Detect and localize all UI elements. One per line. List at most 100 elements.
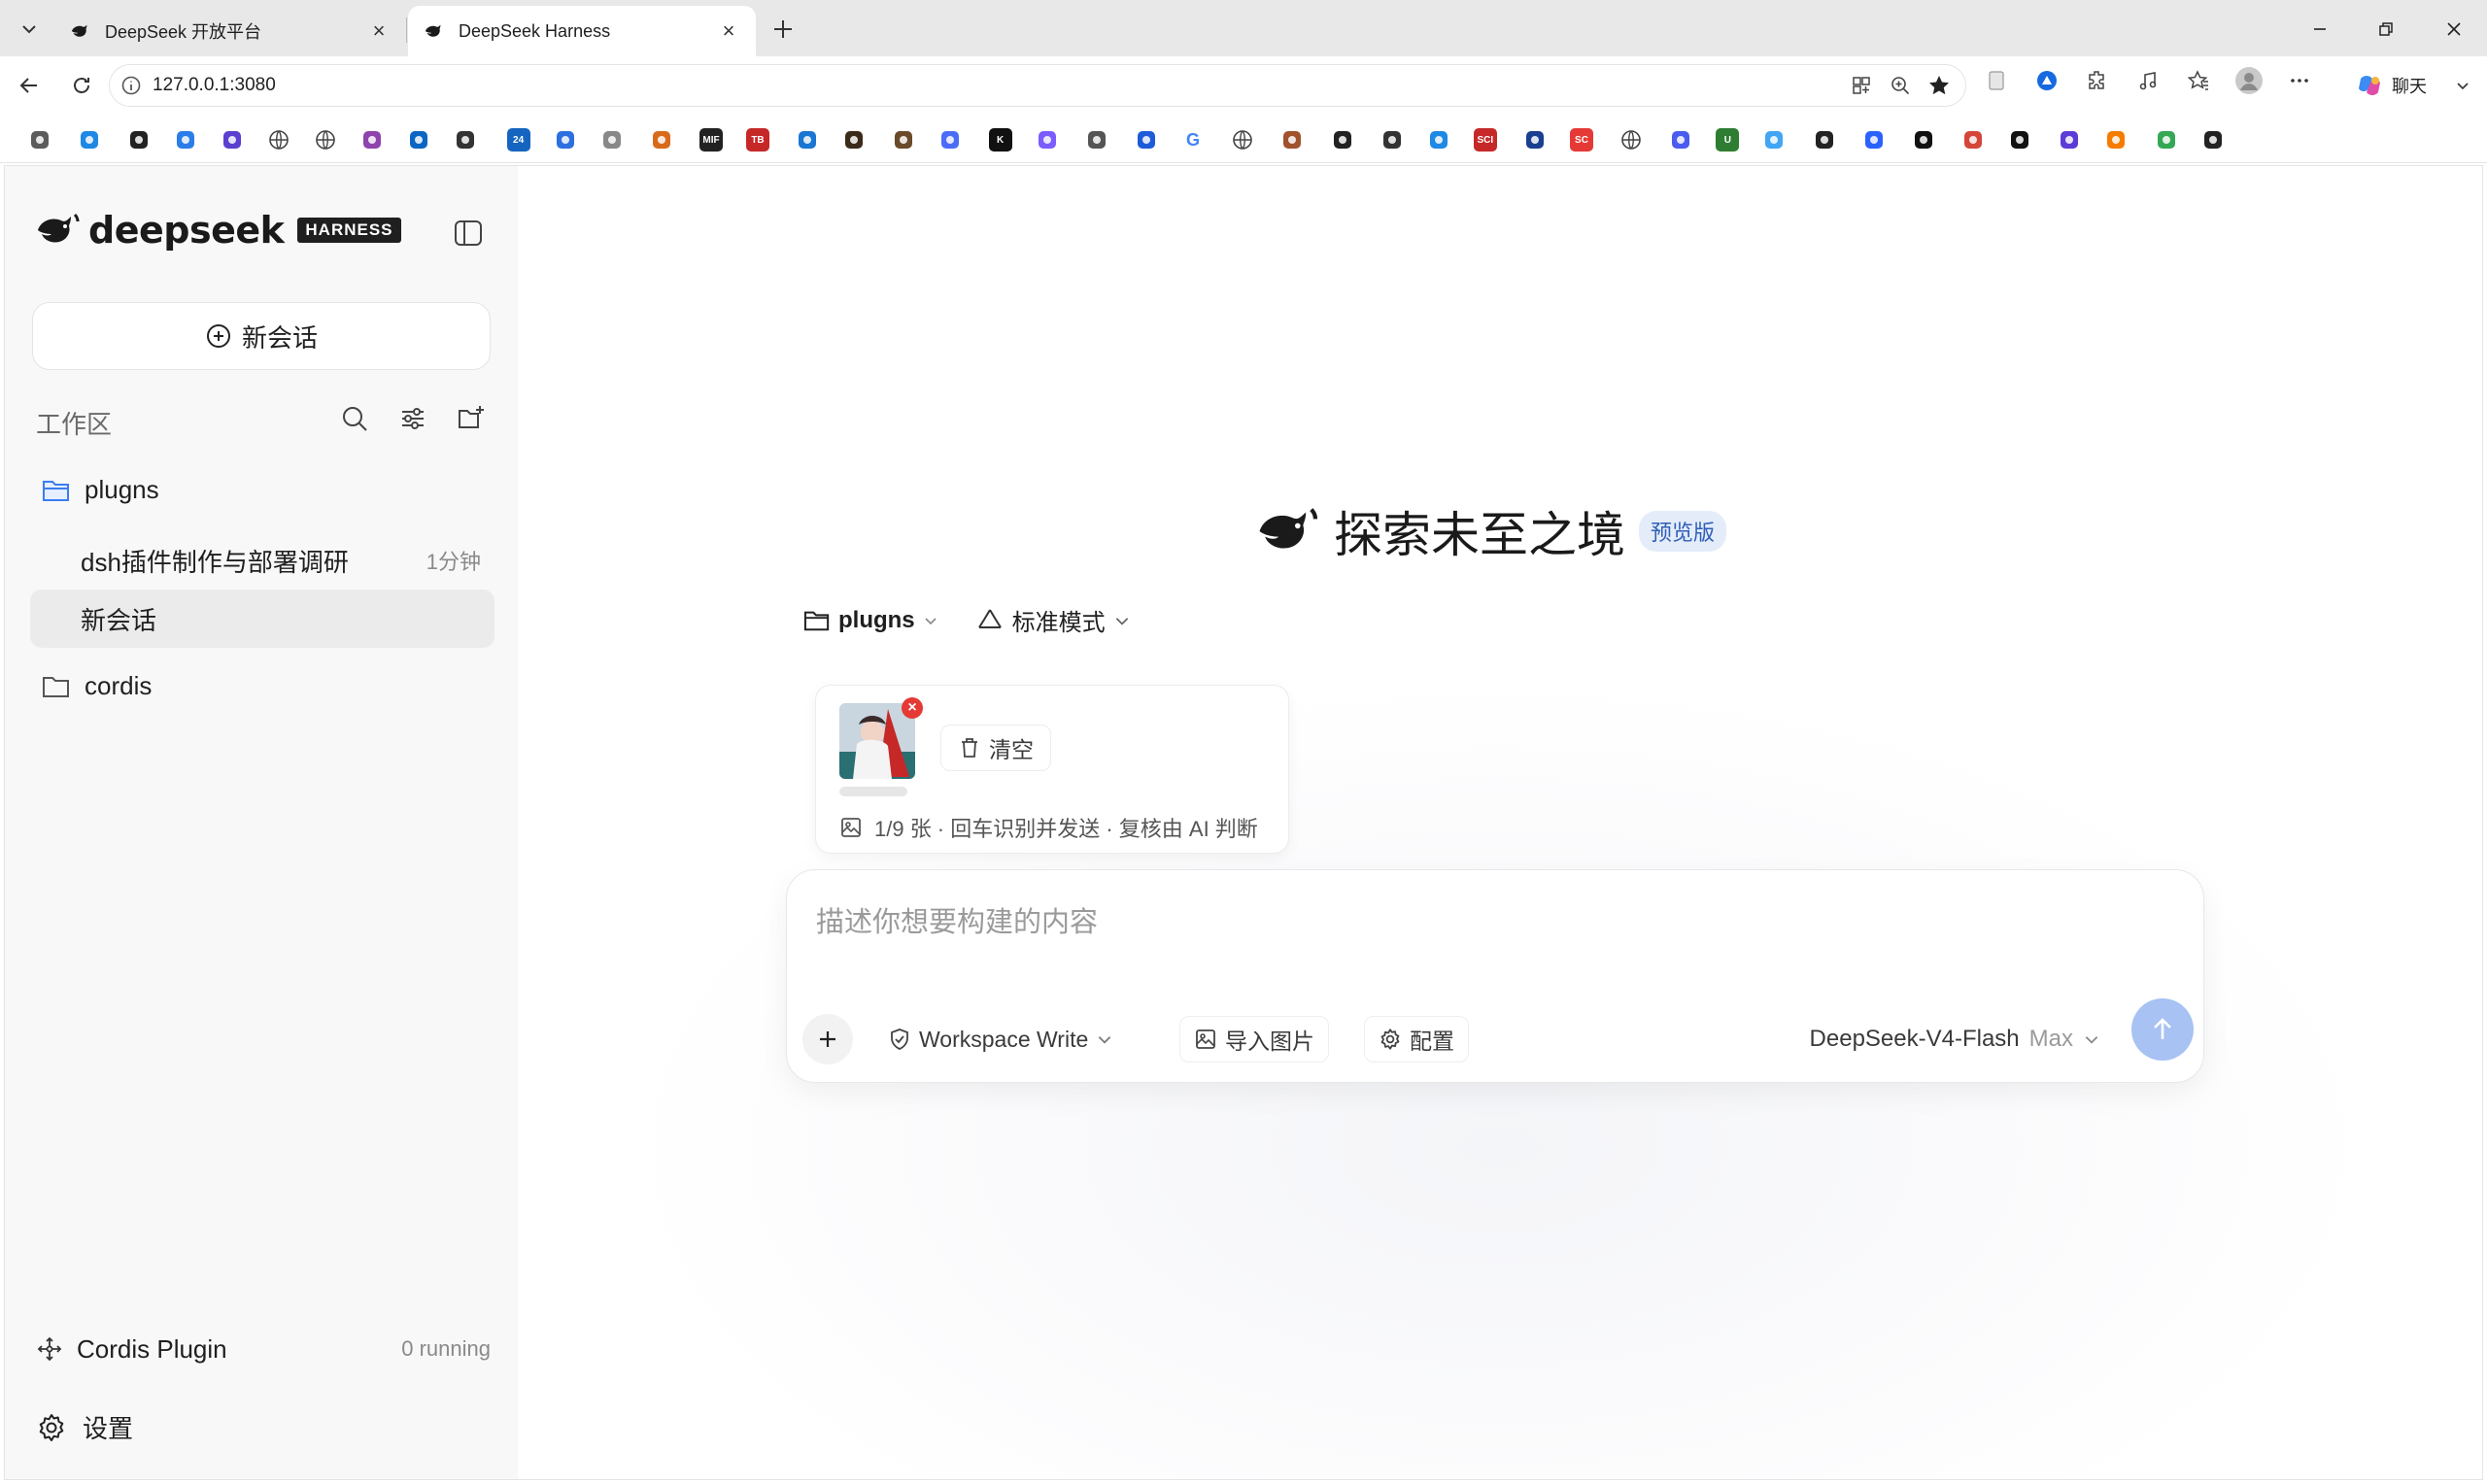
bookmark-azure-icon[interactable] bbox=[1135, 128, 1158, 152]
model-selector[interactable]: DeepSeek-V4-Flash Max bbox=[1810, 1016, 2100, 1062]
add-folder-button[interactable] bbox=[452, 399, 491, 438]
bookmark-linear-icon[interactable] bbox=[221, 128, 244, 152]
star-icon[interactable] bbox=[1925, 71, 1954, 100]
bookmark-outlook-2-icon[interactable] bbox=[1427, 128, 1450, 152]
new-tab-button[interactable] bbox=[767, 14, 799, 45]
bookmark-globe-icon[interactable] bbox=[267, 128, 290, 152]
bookmark-pdf24-icon[interactable]: 24 bbox=[506, 128, 530, 152]
add-attachment-button[interactable] bbox=[802, 1014, 853, 1064]
bookmark-link-icon[interactable] bbox=[1669, 128, 1692, 152]
chevron-down-icon bbox=[1099, 1036, 1111, 1044]
remove-image-icon[interactable]: × bbox=[902, 697, 923, 719]
import-image-button[interactable]: 导入图片 bbox=[1179, 1016, 1329, 1062]
tab-search-button[interactable] bbox=[12, 12, 47, 47]
bookmark-x-icon[interactable] bbox=[2008, 128, 2031, 152]
recycle-icon bbox=[977, 608, 1002, 628]
restore-button[interactable] bbox=[2370, 14, 2402, 45]
filter-workspace-button[interactable] bbox=[393, 399, 432, 438]
folder-selector[interactable]: plugns bbox=[803, 607, 938, 634]
site-info-icon[interactable] bbox=[110, 64, 153, 107]
bookmark-diamond-icon[interactable] bbox=[554, 128, 577, 152]
bookmark-github-icon[interactable] bbox=[127, 128, 151, 152]
bookmark-toolbox-icon[interactable]: TB bbox=[746, 128, 769, 152]
bookmark-deepseek-2-icon[interactable] bbox=[1813, 128, 1836, 152]
collapse-sidebar-button[interactable] bbox=[450, 215, 487, 252]
folder-cordis[interactable]: cordis bbox=[42, 671, 152, 701]
bookmark-docker-icon[interactable] bbox=[1862, 128, 1886, 152]
close-window-button[interactable] bbox=[2438, 14, 2470, 45]
bookmark-bracket-app-icon[interactable] bbox=[796, 128, 819, 152]
bookmark-google-icon[interactable]: G bbox=[1181, 128, 1205, 152]
copilot-chat-button[interactable]: 聊天 bbox=[2349, 64, 2438, 107]
browser-toolbar: 127.0.0.1:3080 聊天 bbox=[0, 56, 2487, 117]
back-button[interactable] bbox=[12, 68, 47, 103]
folder-plugns[interactable]: plugns bbox=[42, 475, 159, 505]
prompt-input[interactable]: 描述你想要构建的内容 bbox=[816, 899, 1098, 940]
bookmark-gmail-icon[interactable] bbox=[1961, 128, 1985, 152]
bookmark-cube-icon[interactable] bbox=[842, 128, 866, 152]
bookmark-notion-icon[interactable] bbox=[1912, 128, 1935, 152]
clear-images-button[interactable]: 清空 bbox=[940, 725, 1051, 771]
profile-avatar[interactable] bbox=[2234, 66, 2264, 95]
zoom-icon[interactable] bbox=[1886, 71, 1915, 100]
bookmark-scale-icon[interactable]: SC bbox=[1570, 128, 1593, 152]
mode-selector[interactable]: 标准模式 bbox=[975, 603, 1131, 637]
session-item-selected[interactable]: 新会话 bbox=[30, 590, 494, 648]
close-tab-icon[interactable]: × bbox=[367, 18, 391, 43]
bookmark-openai-2-icon[interactable] bbox=[1085, 128, 1108, 152]
bookmark-gemini-icon[interactable] bbox=[1036, 128, 1059, 152]
bookmark-globe-2-icon[interactable] bbox=[314, 128, 337, 152]
bookmark-mif-icon[interactable]: MIF bbox=[699, 128, 723, 152]
more-icon[interactable] bbox=[2285, 66, 2314, 95]
settings-button[interactable]: 设置 bbox=[36, 1409, 133, 1445]
media-icon[interactable] bbox=[2133, 66, 2163, 95]
bookmark-avatar-icon[interactable] bbox=[1280, 128, 1304, 152]
bookmark-pin-bookmark-icon[interactable] bbox=[28, 128, 51, 152]
bookmark-folder-dark-icon[interactable] bbox=[1380, 128, 1404, 152]
search-workspace-button[interactable] bbox=[335, 399, 374, 438]
permission-selector[interactable]: Workspace Write bbox=[874, 1016, 1127, 1062]
bookmark-outlook-icon[interactable] bbox=[407, 128, 430, 152]
tab-deepseek-platform[interactable]: DeepSeek 开放平台 × bbox=[54, 6, 406, 56]
sidebar-toggle-chevron[interactable] bbox=[2448, 72, 2477, 101]
plus-icon bbox=[774, 20, 792, 38]
folder-icon bbox=[43, 676, 69, 697]
bookmark-chinese-app-icon[interactable] bbox=[650, 128, 673, 152]
bookmark-deepseek-icon[interactable] bbox=[938, 128, 962, 152]
bookmark-claude-icon[interactable] bbox=[1331, 128, 1354, 152]
send-button[interactable] bbox=[2131, 998, 2194, 1061]
bookmark-nasa-icon[interactable] bbox=[1523, 128, 1547, 152]
address-bar[interactable]: 127.0.0.1:3080 bbox=[109, 64, 1966, 107]
minimize-button[interactable] bbox=[2304, 14, 2335, 45]
bookmark-kimi-icon[interactable]: K bbox=[988, 128, 1012, 152]
extension-blue-icon[interactable] bbox=[2032, 66, 2061, 95]
favorites-icon[interactable] bbox=[2184, 66, 2213, 95]
bookmark-u-app-icon[interactable]: U bbox=[1716, 128, 1740, 152]
deepseek-icon bbox=[71, 24, 87, 37]
bookmark-edge-app-icon[interactable] bbox=[174, 128, 197, 152]
bookmark-deepseek-3-icon[interactable] bbox=[2201, 128, 2225, 152]
reading-view-icon[interactable] bbox=[1982, 66, 2011, 95]
config-button[interactable]: 配置 bbox=[1364, 1016, 1469, 1062]
close-tab-icon[interactable]: × bbox=[717, 18, 740, 43]
bookmark-globe-3-icon[interactable] bbox=[1231, 128, 1254, 152]
bookmark-chrome-icon[interactable] bbox=[2155, 128, 2178, 152]
bookmark-github-copilot-icon[interactable] bbox=[360, 128, 384, 152]
bookmark-globe-4-icon[interactable] bbox=[1619, 128, 1643, 152]
bookmark-swirl-icon[interactable] bbox=[1762, 128, 1786, 152]
extensions-icon[interactable] bbox=[2083, 66, 2112, 95]
bookmark-flask-icon[interactable] bbox=[600, 128, 624, 152]
bookmark-3d-box-icon[interactable] bbox=[892, 128, 915, 152]
bookmark-openai-icon[interactable] bbox=[454, 128, 477, 152]
tab-deepseek-harness[interactable]: DeepSeek Harness × bbox=[408, 6, 756, 56]
app-install-icon[interactable] bbox=[1847, 71, 1876, 100]
bookmark-orange-app-icon[interactable] bbox=[2104, 128, 2128, 152]
mode-selector-label: 标准模式 bbox=[1011, 610, 1106, 636]
bookmark-code-app-icon[interactable] bbox=[2058, 128, 2081, 152]
new-chat-button[interactable]: 新会话 bbox=[32, 302, 491, 370]
session-item[interactable]: dsh插件制作与部署调研 1分钟 bbox=[30, 531, 494, 590]
reload-button[interactable] bbox=[64, 68, 99, 103]
cordis-plugin-item[interactable]: Cordis Plugin 0 running bbox=[36, 1328, 491, 1370]
bookmark-bilibili-icon[interactable] bbox=[78, 128, 101, 152]
bookmark-sci-hub-icon[interactable]: SCI bbox=[1473, 128, 1497, 152]
